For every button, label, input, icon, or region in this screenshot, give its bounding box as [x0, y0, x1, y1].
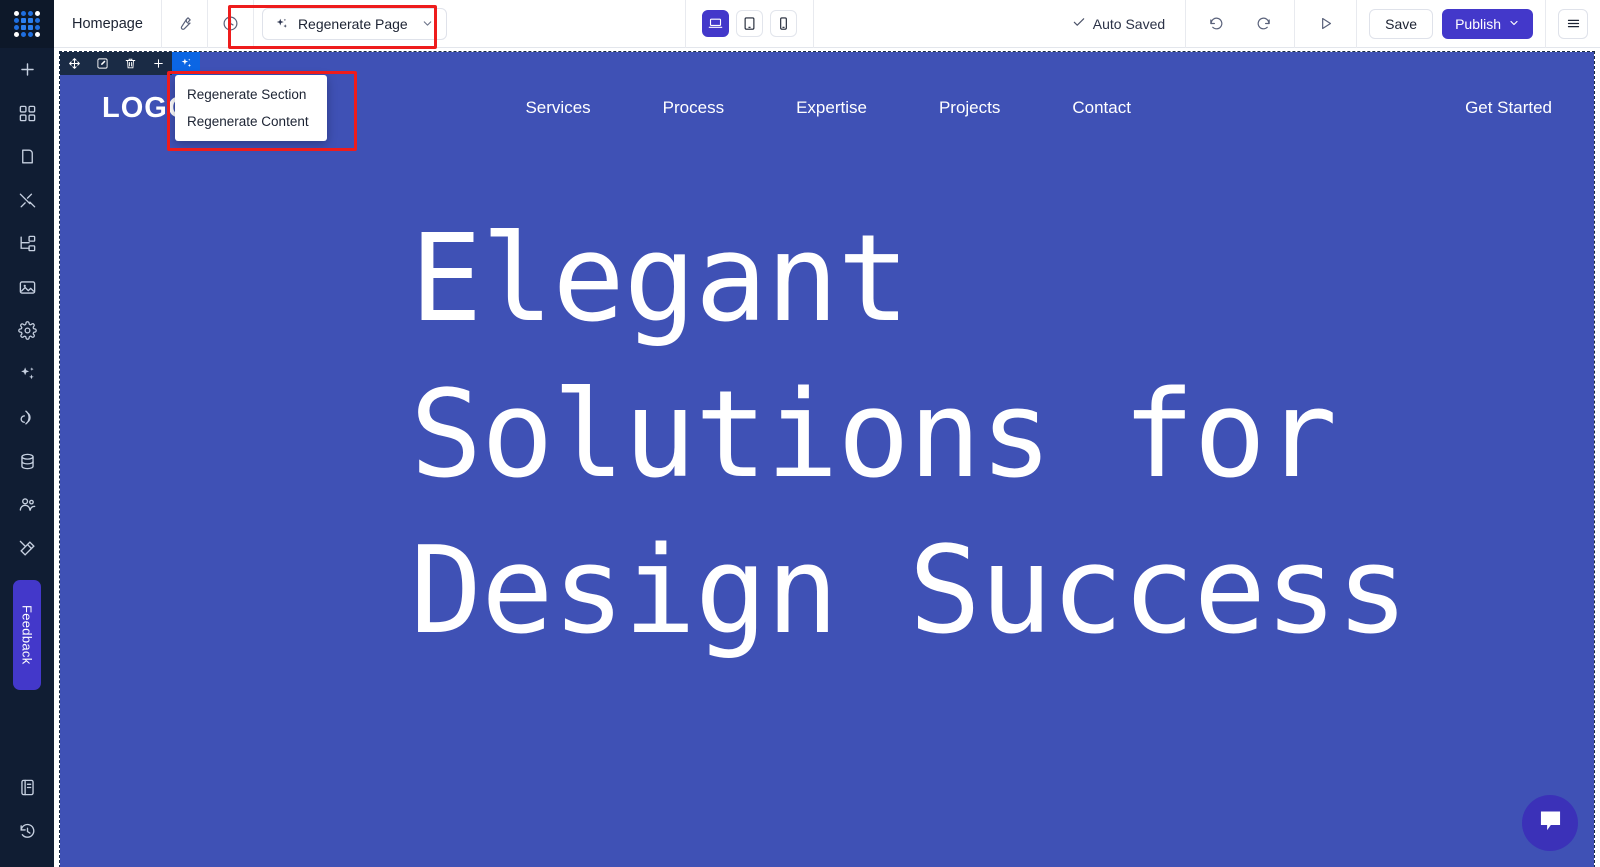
auto-saved-status: Auto Saved	[1052, 15, 1185, 32]
trash-icon[interactable]	[116, 52, 144, 75]
hero-section: Elegant Solutions for Design Success	[60, 202, 1594, 867]
chevron-down-icon	[1508, 16, 1520, 32]
menu-item-regenerate-section[interactable]: Regenerate Section	[175, 81, 327, 108]
nav-link-process[interactable]: Process	[663, 98, 724, 118]
sidebar-item-media[interactable]	[0, 266, 54, 310]
device-mobile-button[interactable]	[769, 10, 797, 37]
sidebar-bottom-items	[0, 766, 54, 867]
redo-icon[interactable]	[1241, 0, 1286, 48]
divider	[252, 0, 254, 48]
history-actions	[1186, 0, 1294, 48]
chat-bubble-icon	[1537, 807, 1564, 839]
dot-grid-logo-icon	[14, 11, 40, 37]
hamburger-icon[interactable]	[1558, 8, 1588, 39]
publish-label: Publish	[1455, 15, 1501, 32]
sidebar-item-add[interactable]	[0, 48, 54, 92]
device-switcher	[686, 10, 813, 37]
menu-item-regenerate-content[interactable]: Regenerate Content	[175, 108, 327, 135]
publish-button[interactable]: Publish	[1442, 8, 1533, 39]
sidebar-item-blocks[interactable]	[0, 92, 54, 136]
hero-heading: Elegant Solutions for Design Success	[410, 210, 1408, 661]
sparkle-icon[interactable]	[172, 52, 200, 75]
divider	[812, 0, 814, 48]
nav-link-services[interactable]: Services	[525, 98, 590, 118]
nav-link-expertise[interactable]: Expertise	[796, 98, 867, 118]
menu-actions	[1546, 8, 1600, 39]
regenerate-dropdown-menu: Regenerate Section Regenerate Content	[175, 75, 327, 141]
app-logo[interactable]	[0, 0, 54, 48]
sidebar-item-design[interactable]	[0, 179, 54, 223]
sidebar-items	[0, 48, 54, 570]
clock-icon[interactable]	[208, 0, 253, 48]
sidebar-item-sitemap[interactable]	[0, 222, 54, 266]
move-icon[interactable]	[60, 52, 88, 75]
regenerate-page-label: Regenerate Page	[297, 15, 408, 32]
feedback-button[interactable]: Feedback	[13, 580, 41, 690]
undo-icon[interactable]	[1194, 0, 1239, 48]
regenerate-page-button[interactable]: Regenerate Page	[261, 7, 447, 40]
regenerate-page-wrap: Regenerate Page	[261, 7, 447, 40]
app-root: Feedback Homepage Regenerate Page Auto S…	[0, 0, 1600, 867]
sidebar-item-pages[interactable]	[0, 135, 54, 179]
nav-link-contact[interactable]: Contact	[1072, 98, 1131, 118]
sidebar-item-history[interactable]	[0, 810, 54, 854]
chevron-down-icon	[421, 17, 434, 30]
left-sidebar: Feedback	[0, 0, 54, 867]
device-desktop-button[interactable]	[701, 10, 729, 37]
site-nav: Services Process Expertise Projects Cont…	[191, 98, 1465, 118]
page-name-button[interactable]: Homepage	[54, 0, 161, 48]
save-button[interactable]: Save	[1369, 8, 1434, 39]
sidebar-item-ai[interactable]	[0, 353, 54, 397]
preview-actions	[1295, 0, 1356, 48]
plus-icon[interactable]	[144, 52, 172, 75]
sidebar-item-settings[interactable]	[0, 309, 54, 353]
primary-actions: Save Publish	[1357, 8, 1545, 39]
sidebar-item-publish[interactable]	[0, 396, 54, 440]
page-canvas[interactable]: LOGO Services Process Expertise Projects…	[54, 48, 1600, 867]
nav-link-projects[interactable]: Projects	[939, 98, 1000, 118]
auto-saved-label: Auto Saved	[1092, 15, 1166, 32]
page-name-label: Homepage	[72, 15, 143, 32]
play-icon[interactable]	[1303, 0, 1348, 48]
sidebar-item-tools[interactable]	[0, 527, 54, 571]
get-started-button[interactable]: Get Started	[1465, 98, 1552, 118]
sidebar-item-docs[interactable]	[0, 766, 54, 810]
element-toolbar	[60, 52, 200, 75]
sidebar-item-database[interactable]	[0, 440, 54, 484]
top-toolbar: Homepage Regenerate Page Auto Saved Save…	[54, 0, 1600, 48]
check-icon	[1072, 15, 1086, 32]
device-tablet-button[interactable]	[735, 10, 763, 37]
wrench-icon[interactable]	[162, 0, 207, 48]
selected-section[interactable]: LOGO Services Process Expertise Projects…	[59, 51, 1595, 867]
sidebar-item-team[interactable]	[0, 483, 54, 527]
chat-widget-button[interactable]	[1522, 795, 1578, 851]
feedback-label: Feedback	[19, 605, 35, 665]
sparkle-icon	[275, 17, 289, 31]
edit-icon[interactable]	[88, 52, 116, 75]
